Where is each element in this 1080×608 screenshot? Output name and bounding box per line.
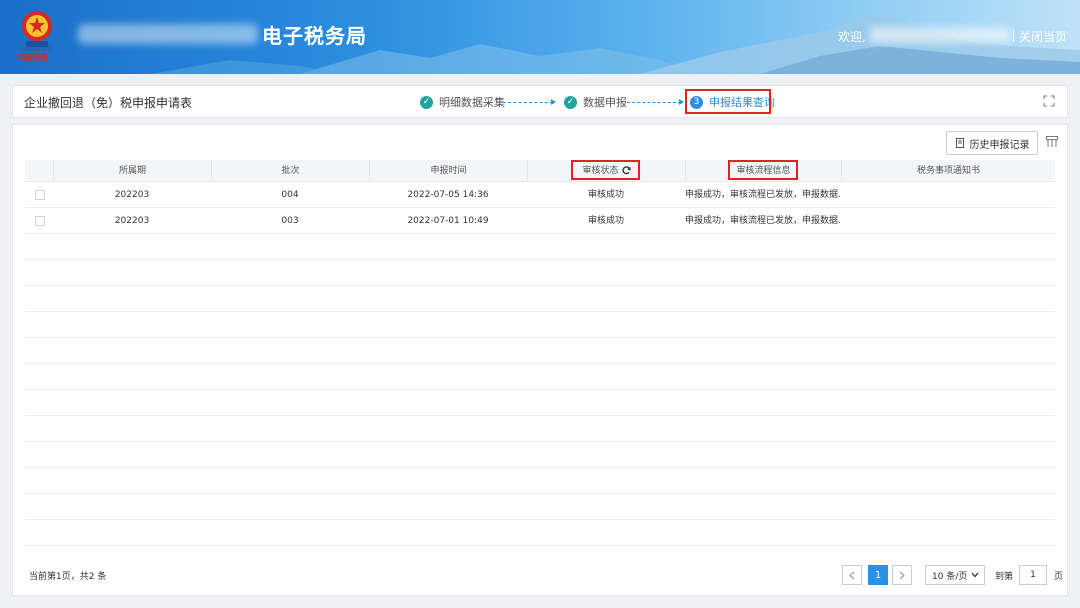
cell-flow[interactable]: 申报成功，审核流程已发放，申报数据... <box>685 208 841 234</box>
step-connector <box>503 102 553 103</box>
welcome-text: 欢迎, <box>838 30 866 44</box>
cell-time: 2022-07-05 14:36 <box>407 190 489 200</box>
next-page-button[interactable] <box>892 565 912 585</box>
chevron-left-icon <box>849 571 855 579</box>
step-bar: 企业撤回退（免）税申报申请表 ✓ 明细数据采集 ✓ 数据申报 3 申报结果查询 <box>12 85 1068 118</box>
chevron-right-icon <box>899 571 905 579</box>
row-checkbox[interactable] <box>35 190 45 200</box>
close-page-link[interactable]: 关闭当页 <box>1019 28 1067 45</box>
cell-status: 审核成功 <box>587 190 624 200</box>
page-size-select[interactable]: 10 条/页 <box>925 565 985 585</box>
chevron-down-icon <box>971 572 979 578</box>
row-checkbox[interactable] <box>35 216 45 226</box>
goto-label: 到第 <box>995 572 1014 582</box>
step-data-declaration[interactable]: ✓ 数据申报 <box>564 94 627 110</box>
page-size-value: 10 条/页 <box>932 571 968 582</box>
table-header: 所属期 批次 申报时间 审核状态 审核流程信息 税务事项通知书 <box>25 160 1055 182</box>
cell-notice[interactable] <box>841 182 1055 208</box>
step-detail-collection[interactable]: ✓ 明细数据采集 <box>420 94 505 110</box>
cell-batch: 004 <box>281 190 299 200</box>
column-settings-icon[interactable] <box>1046 136 1058 148</box>
step-label: 明细数据采集 <box>439 96 505 109</box>
history-records-button[interactable]: 历史申报记录 <box>946 131 1038 155</box>
empty-row <box>25 520 1055 546</box>
document-icon <box>955 138 964 148</box>
page-button-1[interactable]: 1 <box>868 565 888 585</box>
check-icon: ✓ <box>420 95 433 109</box>
table-row[interactable]: 202203 003 2022-07-01 10:49 审核成功 申报成功，审核… <box>25 208 1055 234</box>
app-title: 电子税务局 <box>262 24 367 48</box>
results-panel: 历史申报记录 所属期 批次 申报时间 审核状态 审核流程信息 税务事项通知书 2… <box>12 124 1068 596</box>
empty-row <box>25 468 1055 494</box>
empty-row <box>25 494 1055 520</box>
page-info: 当前第1页，共2 条 <box>29 572 107 582</box>
empty-row <box>25 442 1055 468</box>
cell-period: 202203 <box>114 190 150 200</box>
form-title: 企业撤回退（免）税申报申请表 <box>24 96 193 110</box>
redacted-username <box>870 27 1010 43</box>
cell-time: 2022-07-01 10:49 <box>407 216 489 226</box>
col-period[interactable]: 所属期 <box>53 160 211 182</box>
empty-row <box>25 312 1055 338</box>
cell-flow[interactable]: 申报成功，审核流程已发放，申报数据... <box>685 182 841 208</box>
highlight-box <box>685 89 771 114</box>
empty-row <box>25 416 1055 442</box>
emblem-caption: 中国税务 <box>16 53 48 62</box>
redacted-org-name <box>78 24 258 44</box>
empty-row <box>25 390 1055 416</box>
header-divider <box>1013 29 1014 42</box>
table-row[interactable]: 202203 004 2022-07-05 14:36 审核成功 申报成功，审核… <box>25 182 1055 208</box>
step-connector <box>627 102 681 103</box>
empty-row <box>25 364 1055 390</box>
top-header: 中国税务 电子税务局 欢迎, 关闭当页 <box>0 0 1080 74</box>
empty-row <box>25 260 1055 286</box>
prev-page-button[interactable] <box>842 565 862 585</box>
cell-status: 审核成功 <box>587 216 624 226</box>
cell-batch: 003 <box>281 216 299 226</box>
check-icon: ✓ <box>564 95 577 109</box>
col-declare-time[interactable]: 申报时间 <box>369 160 527 182</box>
col-tax-notice[interactable]: 税务事项通知书 <box>841 160 1055 182</box>
highlight-box <box>728 160 798 180</box>
arrow-right-icon <box>551 99 556 105</box>
page-unit-label: 页 <box>1054 572 1064 582</box>
empty-row <box>25 338 1055 364</box>
cell-notice[interactable] <box>841 208 1055 234</box>
goto-page-input[interactable]: 1 <box>1019 565 1047 585</box>
cell-period: 202203 <box>114 216 150 226</box>
empty-row <box>25 286 1055 312</box>
history-records-label: 历史申报记录 <box>969 139 1030 151</box>
fullscreen-icon[interactable] <box>1043 95 1055 107</box>
empty-row <box>25 234 1055 260</box>
step-label: 数据申报 <box>583 96 627 109</box>
arrow-right-icon <box>679 99 684 105</box>
highlight-box <box>571 160 640 180</box>
col-batch[interactable]: 批次 <box>211 160 369 182</box>
